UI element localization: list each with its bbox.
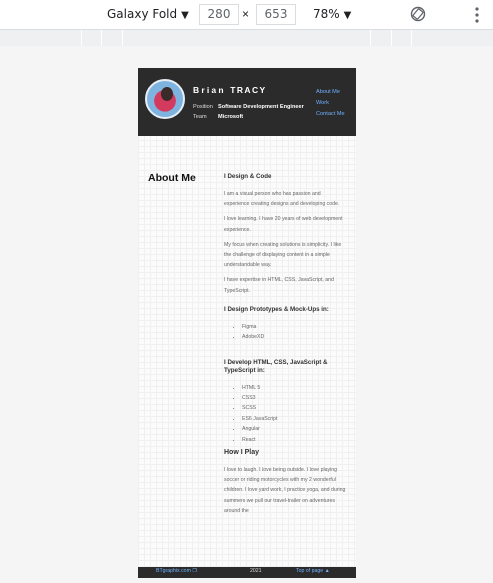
site-footer: BTgraphix.com ❐ 2021 Top of page ▲ [138,567,356,578]
list-item: HTML 5 [242,383,346,393]
languages-list: HTML 5 CSS3 SCSS ES6 JavaScript Angular … [224,383,346,445]
site-header: Brian TRACY Position Software Developmen… [138,68,356,136]
list-item: Angular [242,424,346,434]
position-label: Position [193,104,213,110]
name-first: Brian [193,85,226,95]
nav-contact-me[interactable]: Contact Me [316,111,345,117]
list-item: SCSS [242,403,346,413]
list-item: ES6 JavaScript [242,414,346,424]
name-last: TRACY [230,85,267,95]
heading-how-i-play: How I Play [224,449,260,457]
avatar [145,79,185,119]
more-options-icon[interactable] [474,5,480,25]
device-toolbar: Galaxy Fold ▼ 280 × 653 78% ▼ [0,0,493,30]
about-paragraph: I have expertise in HTML, CSS, JavaScrip… [224,277,334,294]
heading-prototypes: I Design Prototypes & Mock-Ups in: [224,305,329,313]
about-paragraph: My focus when creating solutions is simp… [224,241,342,269]
arrow-up-icon: ▲ [324,568,330,574]
play-paragraph: I love to laugh. I love being outside. I… [224,467,346,514]
media-query-segment[interactable] [101,30,102,46]
media-query-segment[interactable] [411,30,412,46]
emulated-page: Brian TRACY Position Software Developmen… [138,68,356,578]
list-item: Figma [242,322,346,332]
list-item: React [242,435,346,445]
footer-year: 2021 [250,568,262,574]
footer-site-link[interactable]: BTgraphix.com ❐ [156,568,197,574]
top-of-page-label: Top of page [296,568,324,574]
height-input[interactable]: 653 [256,4,296,25]
team-label: Team [193,114,207,120]
dimension-separator: × [242,7,250,21]
about-title: About Me [148,172,196,184]
tools-list: Figma AdobeXD [224,322,346,343]
media-query-bar[interactable] [0,30,493,46]
device-select[interactable]: Galaxy Fold ▼ [107,7,189,21]
media-query-segment[interactable] [370,30,371,46]
media-query-segment[interactable] [81,30,82,46]
footer-site-link-label: BTgraphix.com [156,568,191,574]
site-name: Brian TRACY [193,85,267,95]
device-name: Galaxy Fold [107,7,178,21]
list-item: AdobeXD [242,332,346,342]
media-query-segment[interactable] [122,30,123,46]
zoom-value: 78% [313,7,340,21]
nav-about-me[interactable]: About Me [316,89,340,95]
team-value: Microsoft [218,114,244,120]
caret-down-icon: ▼ [181,10,189,21]
heading-design-code: I Design & Code [224,173,272,180]
about-content: I Design & Code I am a visual person who… [224,173,346,521]
rotate-icon[interactable] [410,6,426,22]
about-paragraph: I love learning. I have 20 years of web … [224,216,343,233]
top-of-page-link[interactable]: Top of page ▲ [296,568,330,574]
avatar-face [161,87,173,101]
about-paragraph: I am a visual person who has passion and… [224,191,340,208]
zoom-select[interactable]: 78% ▼ [313,7,351,21]
media-query-segment[interactable] [391,30,392,46]
position-value: Software Development Engineer [218,104,304,110]
width-input[interactable]: 280 [199,4,239,25]
heading-develop: I Develop HTML, CSS, JavaScript & TypeSc… [224,358,328,374]
nav-work[interactable]: Work [316,100,329,106]
external-link-icon: ❐ [192,568,197,574]
list-item: CSS3 [242,393,346,403]
caret-down-icon: ▼ [343,10,352,21]
